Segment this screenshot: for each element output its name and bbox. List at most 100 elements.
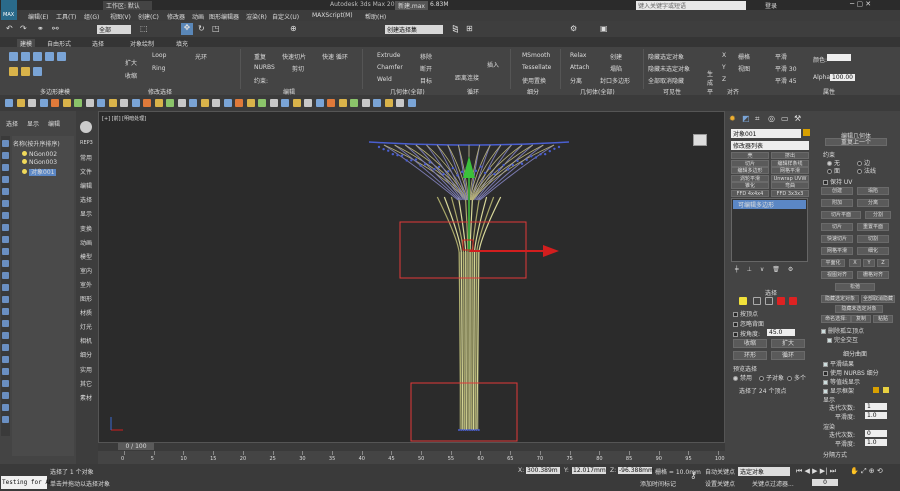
redo-icon[interactable]: ↷ [20, 24, 27, 33]
tree-item-ngon003[interactable]: NGon003 [22, 159, 57, 166]
smoothness-input[interactable]: 1.0 [865, 412, 887, 419]
toolbar-shortcut-icon[interactable] [131, 99, 140, 107]
scene-tab-display[interactable]: 显示 [27, 119, 39, 128]
toolbar-shortcut-icon[interactable] [269, 99, 278, 107]
y-coordinate[interactable]: 12.017mm [572, 467, 606, 474]
frame-input[interactable]: 0 [812, 479, 838, 486]
preserve-uv-check[interactable]: 保持 UV [823, 177, 852, 186]
align-z-button[interactable]: Z [722, 76, 726, 83]
edit-geometry-button[interactable]: 细化 [857, 247, 889, 255]
render-setup-icon[interactable]: ⚙ [570, 24, 577, 33]
by-angle-check[interactable]: 按角度: [733, 329, 760, 338]
preview-off-radio[interactable]: 禁用 [733, 373, 752, 382]
scene-filter-icon[interactable] [2, 140, 9, 147]
configure-icon[interactable]: ⚙ [788, 266, 793, 273]
scene-filter-icon[interactable] [2, 296, 9, 303]
modifier-shortcut-button[interactable]: 挤出 [771, 152, 809, 159]
playback-controls[interactable]: ⏮ ◀ ▶ ▶| ⏭ [796, 467, 836, 476]
toolbar-shortcut-icon[interactable] [246, 99, 255, 107]
vtab-item[interactable]: 室外 [80, 280, 92, 289]
radio[interactable] [787, 376, 792, 381]
nav-controls[interactable]: ✋ ⤢ ⊕ ⟲ [850, 467, 883, 476]
radio[interactable] [733, 376, 738, 381]
menu-help[interactable]: 帮助(H) [365, 12, 386, 21]
scene-filter-icon[interactable] [2, 200, 9, 207]
scene-filter-icon[interactable] [2, 320, 9, 327]
scene-tab-edit[interactable]: 编辑 [48, 119, 60, 128]
menu-edit[interactable]: 编辑(E) [28, 12, 48, 21]
edit-geometry-button[interactable]: 栅格对齐 [857, 271, 889, 279]
render-icon[interactable]: ▣ [600, 24, 608, 33]
cap-poly-button[interactable]: 封口多边形 [600, 76, 630, 85]
tessellate-button[interactable]: Tessellate [522, 64, 551, 71]
smooth30-button[interactable]: 平滑 30 [775, 64, 797, 73]
selection-filter-dropdown[interactable]: 全部 [97, 25, 131, 34]
toolbar-shortcut-icon[interactable] [166, 99, 174, 107]
toolbar-shortcut-icon[interactable] [177, 99, 186, 107]
color-swatch[interactable] [827, 54, 851, 61]
collapse-button[interactable]: 塌陷 [610, 64, 622, 73]
menu-create[interactable]: 创建(C) [138, 12, 159, 21]
isoline-display-check[interactable]: 等值线显示 [823, 377, 860, 386]
shrink-sel-button[interactable]: 收缩 [733, 339, 767, 348]
vtab-item[interactable]: 动画 [80, 238, 92, 247]
display-tab-icon[interactable]: ▭ [781, 114, 789, 123]
loop-sel-button[interactable]: 循环 [771, 351, 805, 360]
toolbar-shortcut-icon[interactable] [85, 99, 94, 107]
vtab-item[interactable]: 模型 [80, 252, 92, 261]
object-name-field[interactable]: 对象001 [731, 129, 801, 138]
checkbox[interactable] [823, 380, 828, 385]
rotate-icon[interactable]: ↻ [198, 24, 205, 33]
toolbar-shortcut-icon[interactable] [154, 99, 163, 107]
select-rollout-title[interactable]: 选择 [765, 288, 777, 297]
modify-tab-icon[interactable]: ◩ [742, 114, 750, 123]
repeat-last-button[interactable]: 重复上一个 [825, 138, 887, 146]
vtab-item[interactable]: 素材 [80, 393, 92, 402]
mirror-icon[interactable]: ⧎ [452, 24, 459, 33]
smooth-result-check[interactable]: 平滑结果 [823, 359, 854, 368]
toolbar-shortcut-icon[interactable] [189, 99, 197, 107]
align-y-button[interactable]: Y [722, 64, 726, 71]
target-button[interactable]: 目标 [420, 76, 432, 85]
constraint-face[interactable]: 面 [827, 166, 840, 175]
alpha-input[interactable]: 100.00 [830, 74, 855, 81]
toolbar-shortcut-icon[interactable] [28, 99, 36, 107]
vtab-item[interactable]: 显示 [80, 209, 92, 218]
border-mode-icon[interactable] [765, 297, 773, 305]
menu-group[interactable]: 组(G) [84, 12, 99, 21]
remove-button[interactable]: 移除 [420, 52, 432, 61]
scene-filter-icon[interactable] [2, 368, 9, 375]
toolbar-shortcut-icon[interactable] [200, 99, 209, 107]
modifier-shortcut-button[interactable]: 网格平滑 [771, 167, 809, 174]
menu-rendering[interactable]: 渲染(R) [246, 12, 267, 21]
full-interactivity-check[interactable]: 完全交互 [827, 335, 858, 344]
toolbar-shortcut-icon[interactable] [16, 99, 25, 107]
toolbar-shortcut-icon[interactable] [281, 99, 289, 107]
toolbar-shortcut-icon[interactable] [223, 99, 232, 107]
toolbar-shortcut-icon[interactable] [304, 99, 312, 107]
set-key-button[interactable]: 设置关键点 [705, 479, 735, 488]
edit-geometry-button[interactable]: 快速切片 [821, 235, 853, 243]
distance-connect-button[interactable]: 距离连接 [455, 73, 479, 82]
vtab-item[interactable]: 其它 [80, 379, 92, 388]
ignore-backface-check[interactable]: 忽略背面 [733, 319, 764, 328]
scene-filter-icon[interactable] [2, 176, 9, 183]
render-smoothness-input[interactable]: 1.0 [865, 439, 887, 446]
toolbar-shortcut-icon[interactable] [258, 99, 266, 107]
viewcube[interactable] [693, 134, 707, 146]
scene-filter-icon[interactable] [2, 332, 9, 339]
grow-button[interactable]: 扩大 [125, 58, 137, 67]
checkbox[interactable] [823, 371, 828, 376]
stack-toggle-icon[interactable] [33, 67, 42, 76]
radio[interactable] [827, 169, 832, 174]
app-logo-icon[interactable]: MAX [1, 0, 17, 20]
toolbar-shortcut-icon[interactable] [51, 99, 59, 107]
modifier-shortcut-button[interactable]: 切片 [731, 159, 769, 167]
toolbar-shortcut-icon[interactable] [62, 99, 71, 107]
align-icon[interactable]: ⊞ [466, 24, 473, 33]
polygon-icon[interactable] [45, 52, 54, 61]
vtab-item[interactable]: 灯光 [80, 322, 92, 331]
scene-tab-select[interactable]: 选择 [6, 119, 18, 128]
radio[interactable] [759, 376, 764, 381]
scene-filter-icon[interactable] [2, 284, 9, 291]
